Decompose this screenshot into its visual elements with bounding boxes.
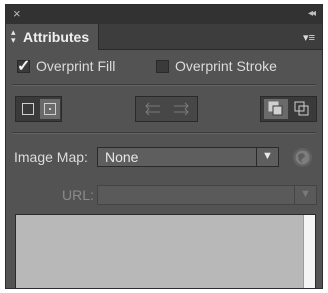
chevron-down-icon: ▼ [262, 150, 273, 162]
divider [12, 84, 316, 86]
tab-attributes[interactable]: ▴ ▾ Attributes [6, 24, 99, 50]
browser-globe-icon [295, 150, 310, 165]
dropdown-arrow[interactable]: ▼ [256, 148, 278, 166]
dropdown-arrow[interactable]: ▼ [294, 186, 316, 204]
reverse-path-direction-on-button[interactable] [168, 99, 194, 119]
direction-buttons-group [135, 96, 198, 122]
globe-icon[interactable] [293, 148, 312, 167]
nonzero-fill-icon [268, 101, 283, 116]
evenodd-fill-icon [294, 101, 309, 116]
fill-rule-buttons-group [260, 96, 317, 122]
collapse-icon[interactable]: ◂◂ [308, 6, 316, 22]
overprint-fill-label: Overprint Fill [36, 58, 116, 74]
overprint-stroke-checkbox[interactable] [156, 60, 169, 73]
even-odd-button[interactable] [290, 99, 314, 119]
attributes-panel: × ◂◂ ▴ ▾ Attributes ▾≡ ✓ Overprint Fill O… [5, 4, 323, 289]
image-map-select[interactable]: None ▼ [97, 147, 279, 167]
show-center-button[interactable] [40, 99, 60, 119]
reverse-path-direction-off-button[interactable] [140, 99, 166, 119]
non-zero-winding-button[interactable] [264, 99, 288, 119]
square-center-icon [44, 103, 56, 115]
overprint-fill-checkbox[interactable]: ✓ [17, 58, 30, 75]
url-select[interactable]: ▼ [97, 185, 317, 205]
no-center-button[interactable] [18, 99, 38, 119]
overprint-stroke-label: Overprint Stroke [175, 58, 277, 74]
scrollbar[interactable] [303, 215, 315, 288]
close-icon[interactable]: × [13, 6, 21, 22]
square-icon [22, 103, 34, 115]
url-label: URL: [62, 187, 94, 203]
up-down-arrows-icon[interactable]: ▴ ▾ [11, 28, 16, 45]
checkmark-icon: ✓ [17, 58, 31, 75]
preview-area [15, 214, 316, 288]
tab-label: Attributes [23, 29, 90, 45]
image-map-value: None [105, 149, 139, 165]
divider [12, 132, 316, 134]
shape-buttons-group [15, 96, 62, 122]
arrows-right-icon [174, 102, 189, 116]
arrows-left-icon [145, 102, 160, 116]
panel-menu-icon[interactable]: ▾≡ [303, 31, 315, 44]
image-map-label: Image Map: [14, 149, 88, 165]
tab-bar: ▴ ▾ Attributes ▾≡ [6, 24, 322, 50]
chevron-down-icon: ▼ [300, 188, 311, 200]
panel-titlebar: × ◂◂ [6, 5, 322, 24]
